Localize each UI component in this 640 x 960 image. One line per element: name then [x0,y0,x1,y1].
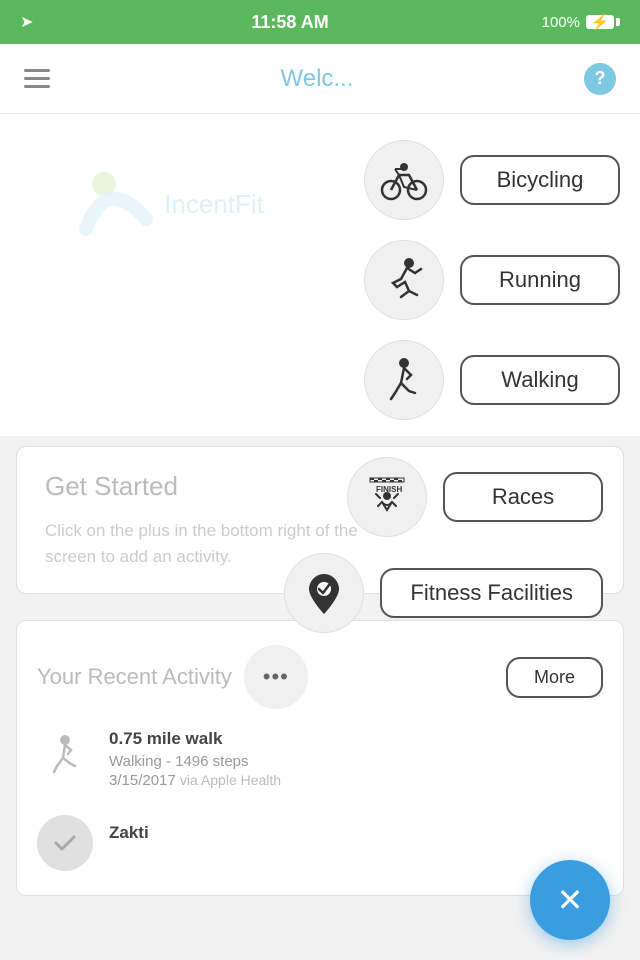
races-icon-circle: FINISH [347,457,427,537]
hamburger-line-1 [24,69,50,72]
walk-via-label: via Apple Health [180,772,281,788]
content-wrapper: IncentFit [0,114,640,916]
battery-body: ⚡ [586,15,614,29]
hamburger-line-3 [24,85,50,88]
dots-menu-button[interactable]: ••• [244,645,308,709]
battery-area: 100% ⚡ [500,14,620,31]
running-badge[interactable]: Running [460,255,620,305]
walk-activity-subtitle: Walking - 1496 steps [109,753,603,770]
status-bar: ➤ 11:58 AM 100% ⚡ [0,0,640,44]
walk-activity-date: 3/15/2017 via Apple Health [109,772,603,789]
battery-bolt-icon: ⚡ [591,13,610,31]
recent-activity-walk: 0.75 mile walk Walking - 1496 steps 3/15… [37,729,603,799]
activity-item-fitness: Fitness Facilities [284,553,603,633]
signal-area: ➤ [20,12,80,32]
walk-activity-info: 0.75 mile walk Walking - 1496 steps 3/15… [109,729,603,789]
walking-icon-circle [364,340,444,420]
zakti-info: Zakti [109,815,603,843]
bicycling-icon [379,155,429,205]
hamburger-menu-button[interactable] [24,69,50,88]
races-finish-icon: FINISH [362,472,412,522]
walking-icon [379,355,429,405]
logo-watermark: IncentFit [0,114,340,294]
logo-text: IncentFit [164,189,264,220]
races-badge[interactable]: Races [443,472,603,522]
recent-activity-zakti: Zakti [37,815,603,871]
hamburger-line-2 [24,77,50,80]
running-icon-circle [364,240,444,320]
battery-percent: 100% [542,14,580,31]
get-started-card: Get Started Click on the plus in the bot… [16,446,624,594]
navigation-icon: ➤ [20,14,33,31]
battery-icon: ⚡ [586,15,620,29]
battery-tip [616,18,620,26]
location-pin-icon [299,568,349,618]
fitness-badge[interactable]: Fitness Facilities [380,568,603,618]
activity-item-races: FINISH [284,457,603,537]
walk-icon [45,734,85,794]
more-button[interactable]: More [506,657,603,698]
walk-activity-icon [37,729,93,799]
help-button[interactable]: ? [584,63,616,95]
fab-close-button[interactable]: ✕ [530,860,610,940]
zakti-check-icon [50,828,80,858]
zakti-title: Zakti [109,823,603,843]
recent-activity-section: Your Recent Activity ••• More [16,620,624,896]
walking-badge[interactable]: Walking [460,355,620,405]
logo-swoosh-icon [76,164,156,244]
recent-header: Your Recent Activity ••• More [37,645,603,709]
app-header: Welc... ? [0,44,640,114]
walk-activity-title: 0.75 mile walk [109,729,603,749]
overlay-activities: FINISH [284,457,603,633]
fitness-icon-circle [284,553,364,633]
recent-title: Your Recent Activity ••• [37,645,308,709]
header-title: Welc... [281,65,354,93]
svg-text:FINISH: FINISH [376,485,402,494]
bicycling-icon-circle [364,140,444,220]
activity-item-walking: Walking [20,340,620,420]
zakti-icon-circle [37,815,93,871]
bicycling-badge[interactable]: Bicycling [460,155,620,205]
scroll-area: IncentFit [0,114,640,960]
running-icon [379,255,429,305]
status-time: 11:58 AM [80,12,500,33]
